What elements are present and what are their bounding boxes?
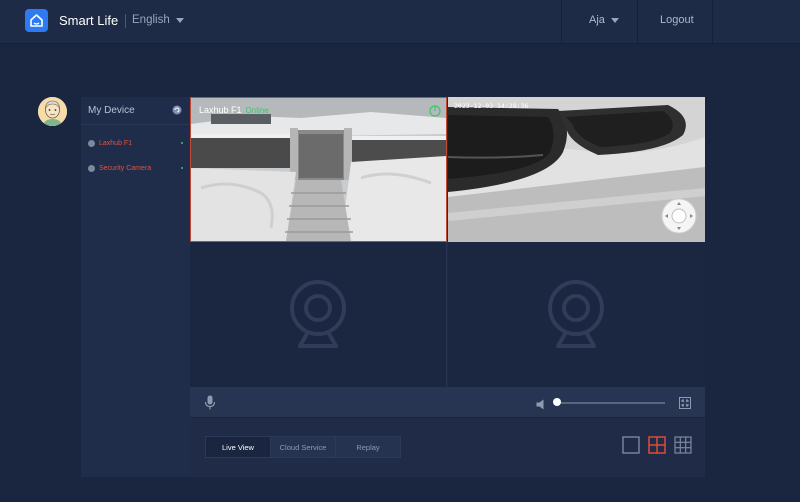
user-menu[interactable]: Aja bbox=[589, 14, 619, 26]
layout-2x2-icon[interactable] bbox=[648, 436, 666, 454]
language-label: English bbox=[132, 14, 170, 26]
camera-timestamp: 2023-12-03 14:28:36 bbox=[454, 102, 529, 110]
camera-feed-snow bbox=[191, 98, 446, 241]
device-sidebar: My Device Laxhub F1 Security Camera bbox=[81, 97, 190, 477]
ptz-control-icon[interactable] bbox=[661, 198, 697, 234]
top-bar: Smart Life English Aja Logout bbox=[0, 0, 800, 44]
home-icon[interactable] bbox=[25, 9, 48, 32]
video-cell-3[interactable] bbox=[190, 242, 447, 387]
language-selector[interactable]: English bbox=[132, 14, 184, 26]
device-name: Laxhub F1 bbox=[99, 140, 133, 147]
device-icon bbox=[88, 165, 95, 172]
layout-3x3-icon[interactable] bbox=[674, 436, 692, 454]
speaker-icon[interactable] bbox=[536, 397, 548, 410]
logout-button[interactable]: Logout bbox=[660, 14, 694, 26]
video-panel: Laxhub F1 Online 2023-12-03 14:28:36 Liv… bbox=[190, 97, 705, 477]
camera-label: Laxhub F1 Online bbox=[199, 105, 269, 115]
sidebar-item-laxhub-f1[interactable]: Laxhub F1 bbox=[88, 140, 183, 147]
layout-1x1-icon[interactable] bbox=[622, 436, 640, 454]
volume-slider-track[interactable] bbox=[555, 402, 665, 404]
online-indicator bbox=[181, 142, 183, 144]
video-cell-2[interactable]: 2023-12-03 14:28:36 bbox=[448, 97, 705, 242]
header-divider bbox=[637, 0, 638, 44]
camera-status: Online bbox=[245, 106, 269, 115]
refresh-icon[interactable] bbox=[172, 102, 182, 120]
app-title: Smart Life bbox=[59, 13, 119, 28]
video-cell-4[interactable] bbox=[448, 242, 705, 387]
video-grid: Laxhub F1 Online 2023-12-03 14:28:36 bbox=[190, 97, 705, 387]
chevron-down-icon bbox=[610, 17, 619, 23]
mic-icon[interactable] bbox=[204, 395, 216, 410]
header-divider bbox=[125, 14, 126, 28]
sidebar-header: My Device bbox=[81, 97, 190, 125]
playback-controls bbox=[190, 387, 705, 418]
camera-placeholder-icon bbox=[290, 280, 346, 348]
tab-replay[interactable]: Replay bbox=[335, 436, 401, 458]
camera-placeholder-icon bbox=[548, 280, 604, 348]
sidebar-title: My Device bbox=[88, 105, 135, 116]
view-mode-bar: Live View Cloud Service Replay bbox=[190, 418, 705, 477]
tab-cloud-service[interactable]: Cloud Service bbox=[270, 436, 336, 458]
device-name: Security Camera bbox=[99, 165, 152, 172]
device-icon bbox=[88, 140, 95, 147]
camera-name: Laxhub F1 bbox=[199, 105, 242, 115]
fullscreen-icon[interactable] bbox=[679, 396, 691, 409]
video-cell-1[interactable]: Laxhub F1 Online bbox=[190, 97, 447, 242]
tab-live-view[interactable]: Live View bbox=[205, 436, 271, 458]
avatar[interactable] bbox=[38, 97, 67, 126]
header-divider bbox=[561, 0, 562, 44]
online-indicator bbox=[181, 167, 183, 169]
user-name: Aja bbox=[589, 14, 605, 26]
volume-slider-thumb[interactable] bbox=[553, 398, 561, 406]
header-divider bbox=[712, 0, 713, 44]
sidebar-item-security-camera[interactable]: Security Camera bbox=[88, 165, 183, 172]
chevron-down-icon bbox=[175, 17, 184, 23]
